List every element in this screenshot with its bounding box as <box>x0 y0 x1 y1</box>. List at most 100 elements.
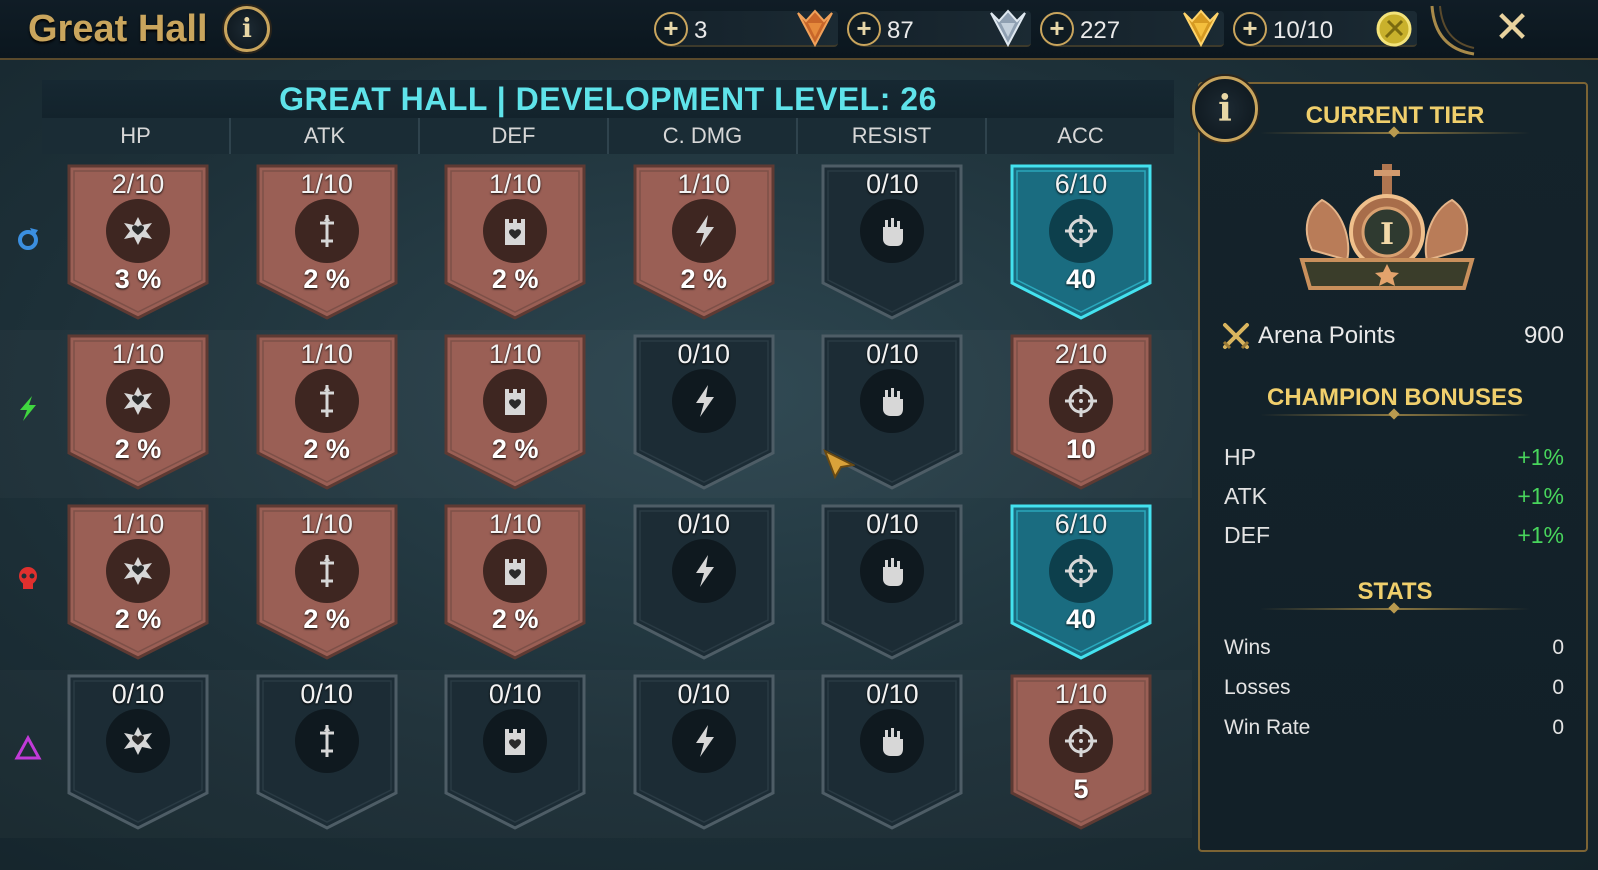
champion-bonuses-heading: CHAMPION BONUSES <box>1266 384 1524 411</box>
upgrade-cell-acc-force[interactable]: 6/10 40 <box>1009 503 1153 661</box>
atk-icon <box>294 539 359 603</box>
upgrade-cell-atk-spirit[interactable]: 1/10 2 % <box>255 333 399 491</box>
cell-level: 1/10 <box>300 339 353 369</box>
cell-level: 1/10 <box>111 509 165 539</box>
upgrade-cell-hp-void[interactable]: 0/10 <box>66 673 210 831</box>
bonus-row-atk: ATK +1% <box>1224 483 1564 513</box>
svg-text:I: I <box>1380 217 1394 252</box>
stat-label: Win Rate <box>1224 716 1311 739</box>
stat-row-losses: Losses 0 <box>1224 676 1564 706</box>
cell-level: 1/10 <box>300 509 353 539</box>
accuracy-icon <box>1049 369 1113 433</box>
accuracy-icon <box>1049 539 1113 603</box>
stat-row-wins: Wins 0 <box>1224 636 1564 666</box>
arena-points-row: Arena Points 900 <box>1222 320 1564 354</box>
crit-damage-icon <box>671 369 736 433</box>
stat-value: 0 <box>1552 716 1564 739</box>
cell-level: 0/10 <box>866 679 919 709</box>
upgrade-cell-c-dmg-void[interactable]: 0/10 <box>632 673 776 831</box>
arena-tokens-count: 10/10 <box>1273 17 1334 44</box>
atk-icon <box>294 709 359 773</box>
cell-level: 2/10 <box>1054 339 1108 369</box>
upgrade-cell-c-dmg-spirit[interactable]: 0/10 <box>632 333 776 491</box>
bonus-row-def: DEF +1% <box>1224 522 1564 552</box>
cell-level: 1/10 <box>488 339 542 369</box>
upgrade-cell-hp-magic[interactable]: 2/10 3 % <box>66 163 210 321</box>
cell-bonus-value: 3 % <box>114 264 162 294</box>
upgrade-cell-acc-magic[interactable]: 6/10 40 <box>1009 163 1153 321</box>
stat-label: Losses <box>1224 676 1291 699</box>
silver-medals-count: 87 <box>887 17 914 44</box>
spirit-affinity-icon <box>20 396 36 421</box>
upgrade-cell-def-void[interactable]: 0/10 <box>443 673 587 831</box>
close-icon[interactable]: ✕ <box>1486 2 1538 54</box>
force-affinity-icon <box>19 567 37 589</box>
def-icon <box>483 369 548 433</box>
bonus-label: HP <box>1224 444 1256 470</box>
resource-arena-tokens: + 10/10 <box>1233 11 1417 47</box>
bonus-value: +1% <box>1517 483 1564 509</box>
upgrade-cell-c-dmg-force[interactable]: 0/10 <box>632 503 776 661</box>
atk-icon <box>294 369 359 433</box>
upgrade-cell-resist-void[interactable]: 0/10 <box>820 673 964 831</box>
crit-damage-icon <box>671 199 736 263</box>
upgrade-cell-c-dmg-magic[interactable]: 1/10 2 % <box>632 163 776 321</box>
hp-icon <box>106 199 170 263</box>
upgrade-cell-acc-void[interactable]: 1/10 5 <box>1009 673 1153 831</box>
resource-silver-medals: + 87 <box>847 9 1031 48</box>
info-icon[interactable]: i <box>224 6 270 52</box>
accuracy-icon <box>1049 199 1113 263</box>
gold-medals-count: 227 <box>1080 17 1121 44</box>
arena-points-label: Arena Points <box>1258 322 1396 349</box>
upgrade-cell-acc-spirit[interactable]: 2/10 10 <box>1009 333 1153 491</box>
arena-token-icon <box>1376 11 1412 47</box>
cell-bonus-value: 2 % <box>114 604 162 634</box>
resist-icon <box>860 539 925 603</box>
upgrade-cell-atk-force[interactable]: 1/10 2 % <box>255 503 399 661</box>
upgrade-cell-hp-force[interactable]: 1/10 2 % <box>66 503 210 661</box>
stats-heading: STATS <box>1357 578 1433 605</box>
upgrade-cell-resist-magic[interactable]: 0/10 <box>820 163 964 321</box>
bonus-label: DEF <box>1224 522 1270 548</box>
upgrade-cell-def-magic[interactable]: 1/10 2 % <box>443 163 587 321</box>
cell-bonus-value: 40 <box>1065 604 1097 634</box>
affinity-row-force: 1/10 2 % 1/10 2 % 1/10 2 % 0/10 0/10 6/10 40 <box>0 500 1192 668</box>
cell-level: 6/10 <box>1054 169 1108 199</box>
arena-points-value: 900 <box>1523 322 1564 349</box>
column-header-atk: ATK <box>231 118 420 154</box>
affinity-row-spirit: 1/10 2 % 1/10 2 % 1/10 2 % 0/10 0/10 2/10 10 <box>0 330 1192 498</box>
cell-level: 0/10 <box>866 509 919 539</box>
cell-bonus-value: 2 % <box>491 604 539 634</box>
affinity-row-void: 0/10 0/10 0/10 0/10 0/10 1/10 5 <box>0 670 1192 838</box>
cell-bonus-value: 40 <box>1065 264 1097 294</box>
atk-icon <box>294 199 359 263</box>
add-arena-tokens-button[interactable]: + <box>1233 12 1267 46</box>
cell-bonus-value: 2 % <box>303 264 350 294</box>
upgrade-cell-def-spirit[interactable]: 1/10 2 % <box>443 333 587 491</box>
current-tier-heading: CURRENT TIER <box>1305 102 1485 129</box>
add-silver-medals-button[interactable]: + <box>847 12 881 46</box>
page-title: Great Hall <box>28 8 208 50</box>
upgrade-cell-hp-spirit[interactable]: 1/10 2 % <box>66 333 210 491</box>
upgrade-cell-def-force[interactable]: 1/10 2 % <box>443 503 587 661</box>
bonus-value: +1% <box>1517 522 1564 548</box>
cell-bonus-value: 2 % <box>303 434 350 464</box>
column-header-acc: ACC <box>987 118 1174 154</box>
cell-level: 0/10 <box>111 679 165 709</box>
def-icon <box>483 709 548 773</box>
cell-bonus-value: 2 % <box>303 604 350 634</box>
add-bronze-medals-button[interactable]: + <box>654 12 688 46</box>
gold-medal-icon <box>1183 9 1219 48</box>
stat-value: 0 <box>1552 676 1564 699</box>
resist-icon <box>860 199 925 263</box>
cell-bonus-value: 2 % <box>114 434 162 464</box>
cell-level: 1/10 <box>488 509 542 539</box>
upgrade-cell-resist-force[interactable]: 0/10 <box>820 503 964 661</box>
upgrade-cell-atk-void[interactable]: 0/10 <box>255 673 399 831</box>
stat-value: 0 <box>1552 636 1564 659</box>
add-gold-medals-button[interactable]: + <box>1040 12 1074 46</box>
cell-bonus-value: 5 <box>1073 774 1089 804</box>
upgrade-cell-atk-magic[interactable]: 1/10 2 % <box>255 163 399 321</box>
cell-bonus-value: 2 % <box>491 434 539 464</box>
column-header-resist: RESIST <box>798 118 987 154</box>
